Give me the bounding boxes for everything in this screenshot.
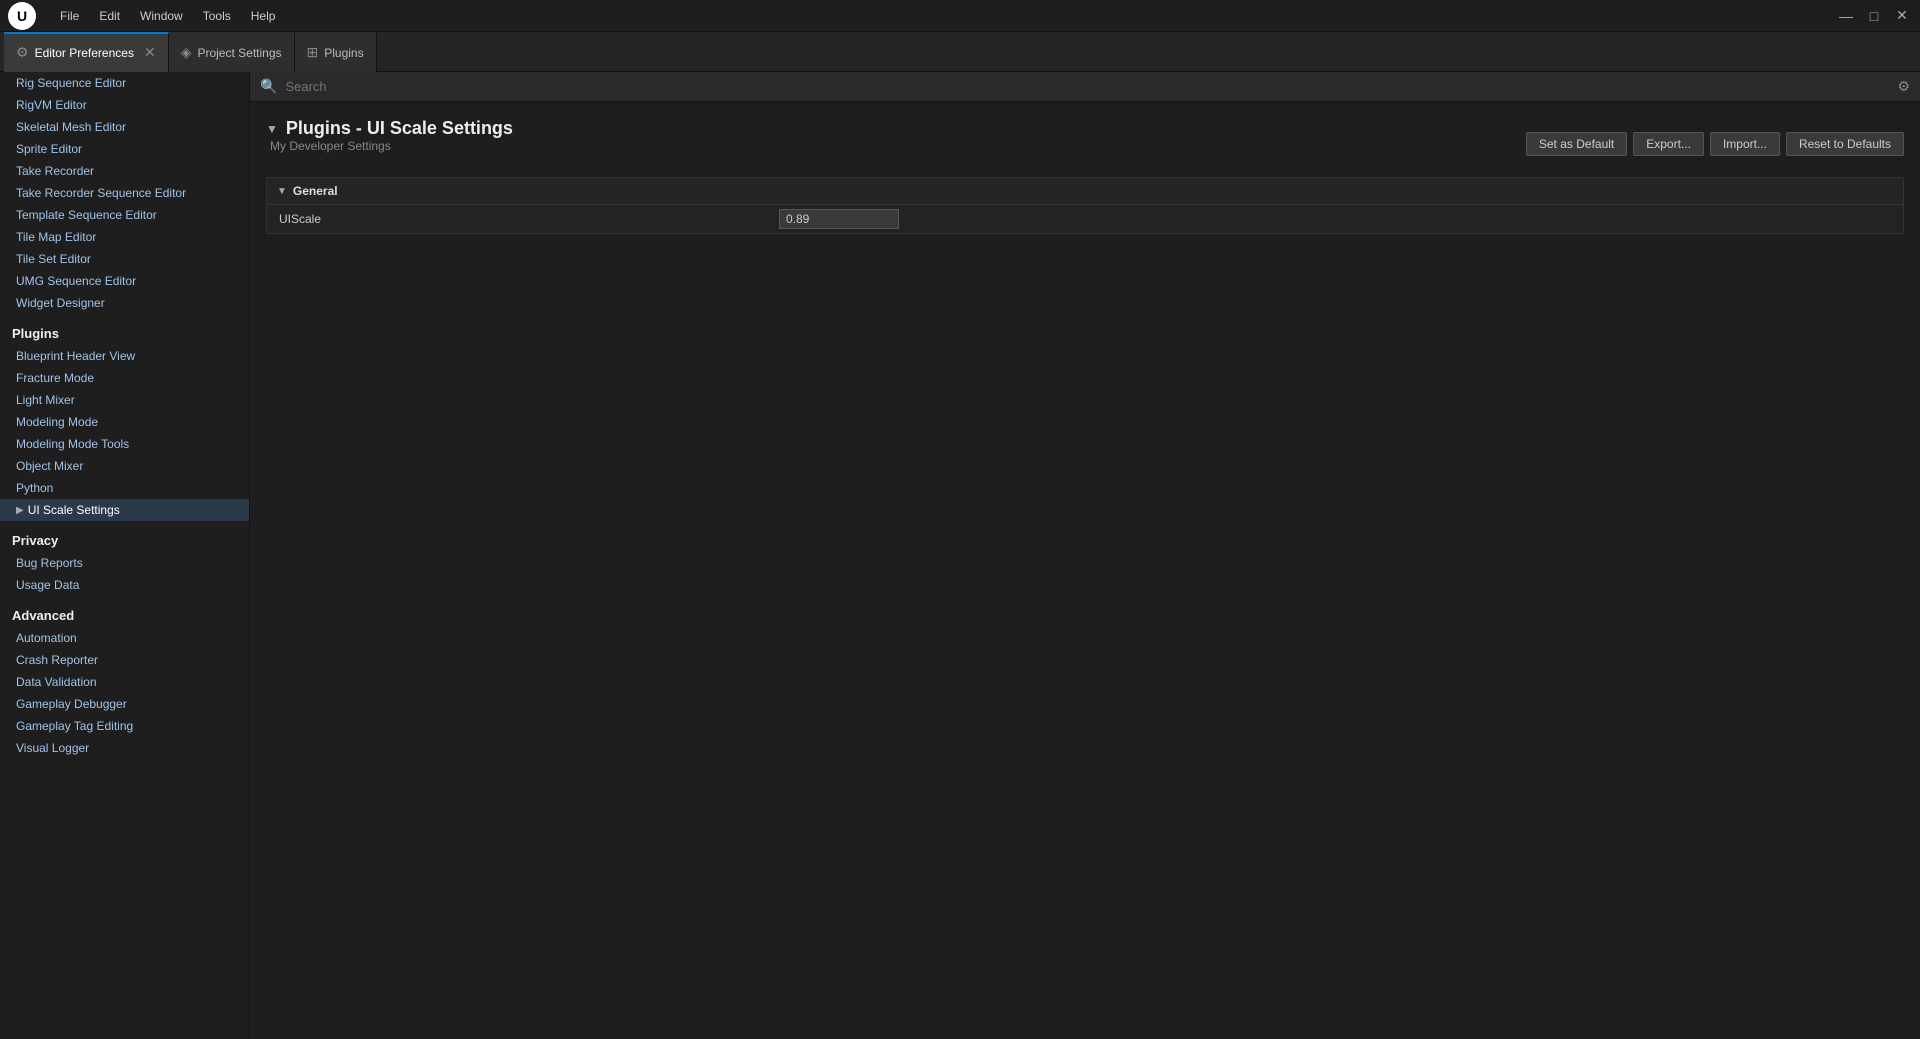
sidebar-item-gameplay-debugger[interactable]: Gameplay Debugger	[0, 693, 249, 715]
import-button[interactable]: Import...	[1710, 132, 1780, 156]
settings-section-general: ▼ General UIScale	[266, 177, 1904, 234]
sidebar-item-fracture-mode[interactable]: Fracture Mode	[0, 367, 249, 389]
sidebar-item-skeletal-mesh-editor[interactable]: Skeletal Mesh Editor	[0, 116, 249, 138]
menu-help[interactable]: Help	[243, 7, 284, 25]
menu-window[interactable]: Window	[132, 7, 191, 25]
sidebar-item-bug-reports[interactable]: Bug Reports	[0, 552, 249, 574]
sidebar-item-python[interactable]: Python	[0, 477, 249, 499]
settings-value-uiscale	[779, 209, 1891, 229]
page-header: ▼ Plugins - UI Scale Settings My Develop…	[266, 118, 1904, 169]
search-input[interactable]	[285, 79, 1889, 94]
page-title-wrapper: ▼ Plugins - UI Scale Settings My Develop…	[266, 118, 513, 169]
search-bar: 🔍 ⚙	[250, 72, 1920, 102]
sidebar-item-visual-logger[interactable]: Visual Logger	[0, 737, 249, 759]
close-button[interactable]: ✕	[1892, 6, 1912, 26]
content-body: ▼ Plugins - UI Scale Settings My Develop…	[250, 102, 1920, 1039]
title-bar-right: — □ ✕	[1836, 6, 1912, 26]
sidebar-item-ui-scale-settings[interactable]: ▶ UI Scale Settings	[0, 499, 249, 521]
sidebar-item-crash-reporter[interactable]: Crash Reporter	[0, 649, 249, 671]
sidebar-item-gameplay-tag-editing[interactable]: Gameplay Tag Editing	[0, 715, 249, 737]
page-title: Plugins - UI Scale Settings	[286, 118, 513, 139]
tab-editor-preferences-close[interactable]: ✕	[144, 44, 156, 61]
sidebar-item-tile-map-editor[interactable]: Tile Map Editor	[0, 226, 249, 248]
tab-project-settings[interactable]: ◈ Project Settings	[169, 32, 295, 72]
sidebar-item-usage-data[interactable]: Usage Data	[0, 574, 249, 596]
sidebar-item-object-mixer[interactable]: Object Mixer	[0, 455, 249, 477]
main-layout: Rig Sequence Editor RigVM Editor Skeleta…	[0, 72, 1920, 1039]
tab-editor-preferences[interactable]: ⚙ Editor Preferences ✕	[4, 32, 169, 72]
section-header-general[interactable]: ▼ General	[267, 178, 1903, 205]
settings-label-uiscale: UIScale	[279, 212, 779, 226]
search-icon: 🔍	[260, 78, 277, 95]
editor-preferences-icon: ⚙	[16, 44, 29, 61]
sidebar-item-umg-sequence-editor[interactable]: UMG Sequence Editor	[0, 270, 249, 292]
sidebar-item-ui-scale-settings-label: UI Scale Settings	[28, 503, 120, 517]
menu-bar: File Edit Window Tools Help	[52, 7, 283, 25]
search-settings-icon[interactable]: ⚙	[1897, 78, 1910, 95]
ui-scale-settings-arrow: ▶	[16, 505, 24, 516]
sidebar-item-data-validation[interactable]: Data Validation	[0, 671, 249, 693]
page-actions: Set as Default Export... Import... Reset…	[1526, 132, 1904, 156]
menu-tools[interactable]: Tools	[195, 7, 239, 25]
title-bar: U File Edit Window Tools Help — □ ✕	[0, 0, 1920, 32]
tabs-row: ⚙ Editor Preferences ✕ ◈ Project Setting…	[0, 32, 1920, 72]
sidebar-item-take-recorder-sequence-editor[interactable]: Take Recorder Sequence Editor	[0, 182, 249, 204]
uiscale-input[interactable]	[779, 209, 899, 229]
section-general-arrow: ▼	[277, 186, 287, 197]
sidebar-section-privacy: Privacy	[0, 521, 249, 552]
sidebar-item-sprite-editor[interactable]: Sprite Editor	[0, 138, 249, 160]
section-general-label: General	[293, 184, 338, 198]
sidebar-item-rig-sequence-editor[interactable]: Rig Sequence Editor	[0, 72, 249, 94]
minimize-button[interactable]: —	[1836, 6, 1856, 26]
content-area: 🔍 ⚙ ▼ Plugins - UI Scale Settings My Dev…	[250, 72, 1920, 1039]
tab-project-settings-label: Project Settings	[197, 46, 281, 60]
sidebar: Rig Sequence Editor RigVM Editor Skeleta…	[0, 72, 250, 1039]
set-as-default-button[interactable]: Set as Default	[1526, 132, 1627, 156]
tab-plugins[interactable]: ⊞ Plugins	[295, 32, 377, 72]
export-button[interactable]: Export...	[1633, 132, 1704, 156]
reset-to-defaults-button[interactable]: Reset to Defaults	[1786, 132, 1904, 156]
sidebar-item-tile-set-editor[interactable]: Tile Set Editor	[0, 248, 249, 270]
page-title-arrow: ▼	[266, 122, 278, 136]
menu-edit[interactable]: Edit	[91, 7, 128, 25]
sidebar-section-plugins: Plugins	[0, 314, 249, 345]
sidebar-item-take-recorder[interactable]: Take Recorder	[0, 160, 249, 182]
project-settings-icon: ◈	[181, 44, 192, 61]
ue-logo: U	[8, 2, 36, 30]
plugins-icon: ⊞	[307, 44, 319, 61]
sidebar-item-modeling-mode-tools[interactable]: Modeling Mode Tools	[0, 433, 249, 455]
tab-editor-preferences-label: Editor Preferences	[35, 46, 134, 60]
page-subtitle: My Developer Settings	[270, 139, 513, 153]
sidebar-item-blueprint-header-view[interactable]: Blueprint Header View	[0, 345, 249, 367]
sidebar-section-advanced: Advanced	[0, 596, 249, 627]
sidebar-item-template-sequence-editor[interactable]: Template Sequence Editor	[0, 204, 249, 226]
restore-button[interactable]: □	[1864, 6, 1884, 26]
menu-file[interactable]: File	[52, 7, 87, 25]
sidebar-item-automation[interactable]: Automation	[0, 627, 249, 649]
sidebar-item-modeling-mode[interactable]: Modeling Mode	[0, 411, 249, 433]
page-title-row: ▼ Plugins - UI Scale Settings	[266, 118, 513, 139]
sidebar-item-light-mixer[interactable]: Light Mixer	[0, 389, 249, 411]
title-bar-left: U File Edit Window Tools Help	[8, 2, 283, 30]
sidebar-item-rigvm-editor[interactable]: RigVM Editor	[0, 94, 249, 116]
tab-plugins-label: Plugins	[324, 46, 363, 60]
settings-row-uiscale: UIScale	[267, 205, 1903, 233]
sidebar-item-widget-designer[interactable]: Widget Designer	[0, 292, 249, 314]
